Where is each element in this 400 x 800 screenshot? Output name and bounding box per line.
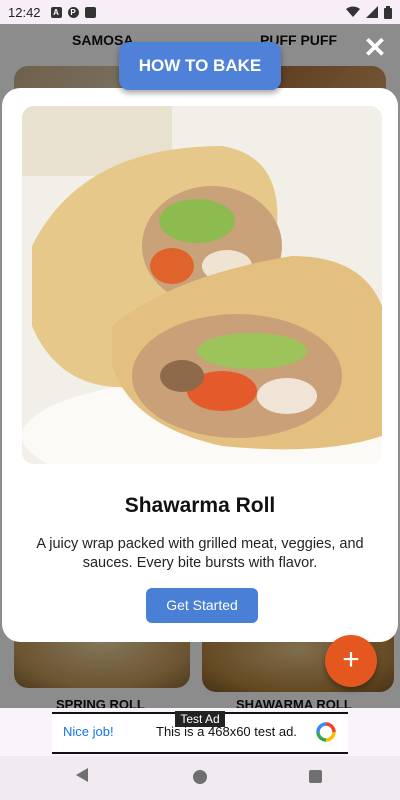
battery-icon: [384, 5, 392, 19]
status-bar: 12:42 A P: [0, 0, 400, 24]
shawarma-roll-image: [22, 106, 382, 464]
ad-body-text: This is a 468x60 test ad.: [156, 724, 297, 739]
wifi-icon: [346, 6, 360, 17]
status-time: 12:42: [8, 4, 41, 20]
notification-a-icon: A: [50, 6, 62, 18]
sd-card-icon: [84, 6, 96, 18]
recipe-modal: Shawarma Roll A juicy wrap packed with g…: [2, 88, 398, 642]
status-right-icons: [346, 5, 392, 19]
nav-recents-icon[interactable]: [309, 770, 322, 783]
how-to-bake-button[interactable]: HOW TO BAKE: [119, 42, 281, 90]
nav-back-icon[interactable]: [76, 768, 88, 782]
notification-p-icon: P: [67, 6, 79, 18]
close-button[interactable]: ✕: [362, 34, 388, 62]
dish-description: A juicy wrap packed with grilled meat, v…: [36, 536, 364, 571]
shawarma-illustration: [22, 106, 382, 464]
signal-icon: [366, 6, 378, 18]
add-fab-button[interactable]: +: [325, 635, 377, 687]
ad-choices-logo-icon[interactable]: [316, 722, 336, 742]
ad-nice-job-text[interactable]: Nice job!: [63, 724, 114, 739]
nav-home-icon[interactable]: [193, 770, 207, 784]
get-started-button[interactable]: Get Started: [146, 588, 258, 623]
dish-title: Shawarma Roll: [124, 494, 276, 517]
